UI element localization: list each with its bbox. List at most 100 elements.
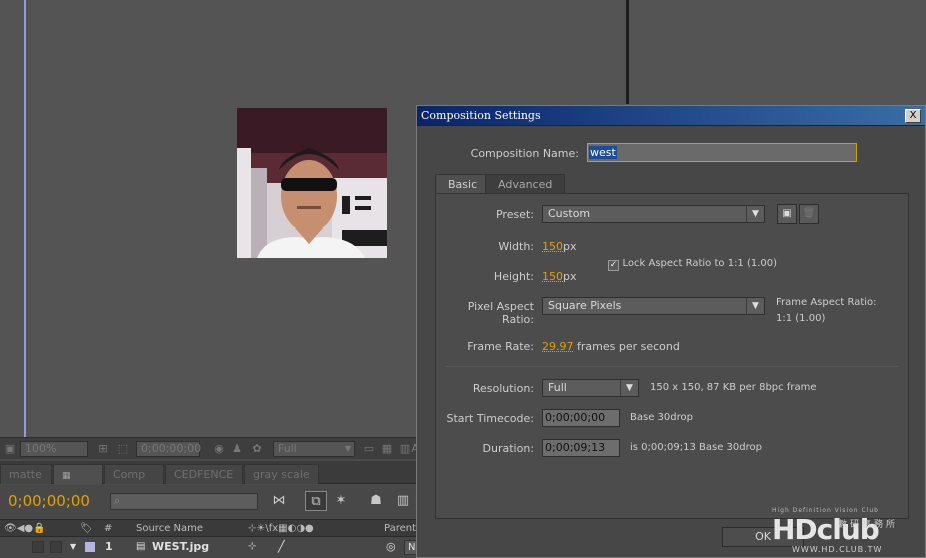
- duration-input[interactable]: 0;00;09;13: [542, 439, 620, 457]
- height-field[interactable]: 150px: [542, 270, 577, 283]
- column-number: #: [104, 523, 113, 534]
- shy-switch-icon[interactable]: ⊹: [248, 537, 256, 557]
- tab-matte[interactable]: matte: [0, 464, 52, 484]
- divider: [446, 366, 898, 367]
- resolution-dropdown[interactable]: Full ▼: [273, 441, 355, 457]
- composition-image-west[interactable]: [237, 108, 387, 258]
- pixel-aspect-label: Pixel Aspect Ratio:: [467, 300, 534, 326]
- tab-label: CEDFENCE: [174, 468, 234, 481]
- tab-advanced[interactable]: Advanced: [485, 174, 566, 194]
- frame-aspect-value: 1:1 (1.00): [776, 313, 826, 324]
- comp-name-input[interactable]: west: [587, 143, 857, 162]
- timeline-current-time[interactable]: 0;00;00;00: [8, 492, 90, 510]
- timeline-search-input[interactable]: ⌕: [110, 493, 258, 510]
- duration-value: 0;00;09;13: [545, 441, 606, 454]
- tab-comp-1[interactable]: Comp 1: [104, 464, 164, 500]
- frame-blending-icon[interactable]: ▥: [392, 491, 414, 511]
- tab-cedfence[interactable]: CEDFENCE: [165, 464, 243, 484]
- label-tag-icon: 🏷: [80, 523, 93, 534]
- tab-gray-scale[interactable]: gray scale: [244, 464, 319, 484]
- dialog-title: Composition Settings: [421, 109, 541, 122]
- column-source-name[interactable]: Source Name: [136, 520, 203, 537]
- resolution-info: 150 x 150, 87 KB per 8bpc frame: [650, 382, 817, 393]
- height-unit: px: [563, 270, 577, 283]
- quality-switch-icon[interactable]: ╱: [278, 537, 285, 557]
- search-icon: ⌕: [114, 494, 121, 507]
- width-value[interactable]: 150: [542, 240, 563, 253]
- av-features-icons: 👁◀●🔒: [4, 523, 46, 534]
- preset-dropdown[interactable]: Custom ▼: [542, 205, 765, 223]
- start-timecode-info: Base 30drop: [630, 412, 693, 423]
- duration-info: is 0;00;09;13 Base 30drop: [630, 442, 762, 453]
- draft-3d-icon[interactable]: ✶: [330, 491, 352, 511]
- preset-label: Preset:: [495, 208, 534, 221]
- height-label: Height:: [493, 270, 534, 283]
- portrait-image: [237, 108, 387, 258]
- resolution-label: Resolution:: [472, 382, 534, 395]
- grid-icon[interactable]: ⊞: [96, 442, 110, 456]
- chevron-down-icon: ▼: [746, 206, 764, 222]
- layer-number: 1: [105, 540, 113, 553]
- always-preview-icon[interactable]: ▣: [3, 442, 17, 456]
- timeline-tab-bar: matte ▦ west × Comp 1 CEDFENCE gray scal…: [0, 461, 420, 521]
- resolution-select[interactable]: Full ▼: [542, 379, 639, 397]
- hide-shy-layers-icon[interactable]: ☗: [365, 491, 387, 511]
- lock-aspect-label: Lock Aspect Ratio to 1:1 (1.00): [622, 258, 778, 269]
- layer-name[interactable]: WEST.jpg: [152, 537, 209, 557]
- composition-mini-flowchart-icon[interactable]: ⋈: [268, 491, 290, 511]
- frame-aspect-label: Frame Aspect Ratio:: [776, 297, 877, 308]
- start-timecode-label: Start Timecode:: [446, 412, 534, 425]
- save-preset-button[interactable]: ▣: [777, 204, 797, 224]
- after-effects-window: ▣ 100% ⊞ ⬚ 0;00;00;00 ◉ ♟ ✿ Full ▼ ▭ ▦ ▥…: [0, 0, 926, 558]
- resolution-value: Full: [548, 381, 567, 394]
- lock-aspect-checkbox[interactable]: ✓: [608, 260, 619, 271]
- frame-rate-field[interactable]: 29.97 frames per second: [542, 340, 680, 353]
- chevron-down-icon: ▼: [344, 444, 351, 453]
- mask-visibility-icon[interactable]: ⬚: [116, 442, 130, 456]
- width-field[interactable]: 150px: [542, 240, 577, 253]
- watermark-chinese: 數研事務所: [838, 520, 899, 530]
- transparency-grid-icon[interactable]: ▦: [380, 442, 394, 456]
- table-row[interactable]: ▼ 1 ▤ WEST.jpg ⊹ ╱ ◎ N: [0, 537, 420, 558]
- visibility-toggle[interactable]: [32, 541, 44, 553]
- watermark-url: WWW.HD.CLUB.TW: [792, 545, 883, 554]
- start-timecode-input[interactable]: 0;00;00;00: [542, 409, 620, 427]
- tab-label: matte: [9, 468, 42, 481]
- frame-rate-unit: frames per second: [577, 340, 680, 353]
- snapshot-icon[interactable]: ◉: [212, 442, 226, 456]
- color-channel-icon[interactable]: ✿: [250, 442, 264, 456]
- chevron-down-icon: ▼: [620, 380, 638, 396]
- resolution-dropdown-value: Full: [278, 442, 297, 455]
- pixel-aspect-dropdown[interactable]: Square Pixels ▼: [542, 297, 765, 315]
- frame-rate-value[interactable]: 29.97: [542, 340, 574, 353]
- viewer-timecode-value: 0;00;00;00: [141, 442, 202, 455]
- timeline-column-header: 👁◀●🔒 🏷 # Source Name ⊹☀\fx▦◐◑● Parent: [0, 519, 420, 537]
- comp-name-value: west: [589, 146, 617, 159]
- preset-value: Custom: [548, 207, 591, 220]
- dialog-title-bar[interactable]: Composition Settings X: [417, 106, 925, 126]
- tab-label: gray scale: [253, 468, 310, 481]
- height-value[interactable]: 150: [542, 270, 563, 283]
- live-update-icon[interactable]: ⧉: [305, 491, 327, 511]
- delete-preset-button[interactable]: 🗑: [799, 204, 819, 224]
- basic-settings-panel: Preset: Custom ▼ ▣ 🗑 Width: 150px ✓ Lock…: [435, 193, 909, 519]
- lock-aspect-checkbox-row[interactable]: ✓ Lock Aspect Ratio to 1:1 (1.00): [608, 256, 777, 271]
- composition-settings-dialog: Composition Settings X Composition Name:…: [416, 105, 926, 558]
- label-color-swatch[interactable]: [85, 542, 95, 552]
- viewer-divider: [626, 0, 629, 104]
- duration-label: Duration:: [482, 442, 534, 455]
- viewer-timecode[interactable]: 0;00;00;00: [136, 441, 202, 457]
- tab-west[interactable]: ▦ west ×: [53, 464, 103, 521]
- column-parent[interactable]: Parent: [384, 520, 416, 537]
- zoom-dropdown[interactable]: 100%: [20, 441, 88, 457]
- expand-arrow-icon[interactable]: ▼: [70, 537, 76, 557]
- pickwhip-icon[interactable]: ◎: [386, 537, 396, 557]
- comp-icon: ▦: [62, 471, 71, 481]
- show-snapshot-icon[interactable]: ♟: [230, 442, 244, 456]
- trash-icon: 🗑: [802, 208, 816, 219]
- tab-basic[interactable]: Basic: [435, 174, 491, 194]
- close-button[interactable]: X: [905, 109, 921, 123]
- lock-toggle[interactable]: [50, 541, 62, 553]
- region-of-interest-icon[interactable]: ▭: [362, 442, 376, 456]
- watermark-logo: High Definition Vision Club HDclub 數研事務所…: [772, 507, 922, 557]
